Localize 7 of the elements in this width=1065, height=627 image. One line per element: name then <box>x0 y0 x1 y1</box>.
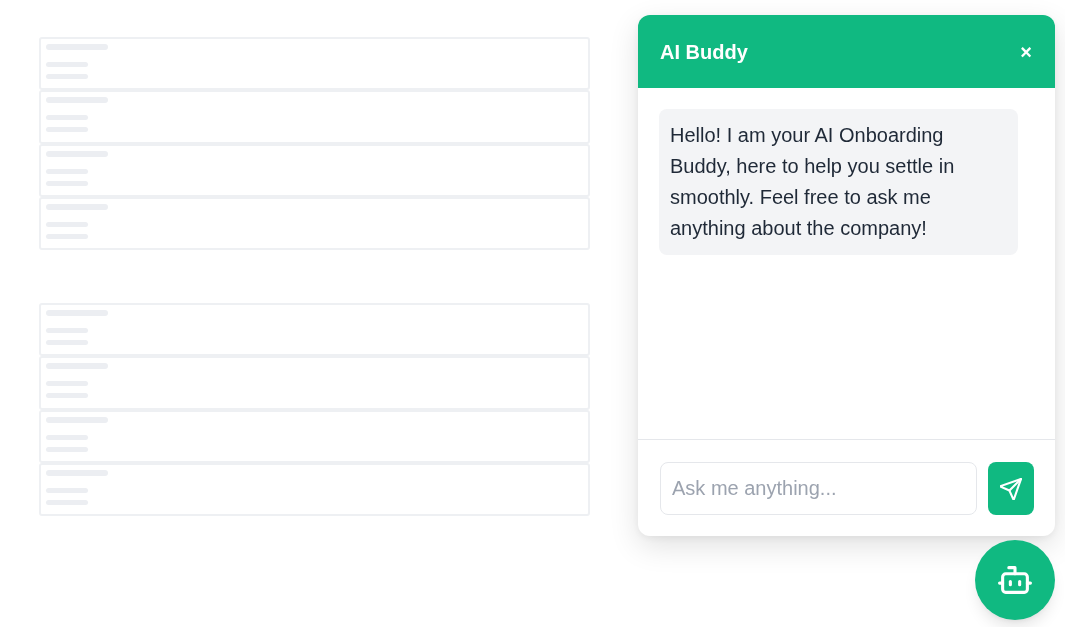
close-button[interactable]: × <box>1018 41 1034 62</box>
bot-message: Hello! I am your AI Onboarding Buddy, here to help you settle in smoothly. Feel free to ask me anything about the company! <box>659 109 1018 255</box>
chat-title: AI Buddy <box>660 39 748 65</box>
robot-icon <box>998 564 1032 596</box>
send-icon <box>1000 477 1022 500</box>
message-input[interactable]: Ask me anything... <box>660 462 977 515</box>
send-button[interactable] <box>988 462 1034 515</box>
